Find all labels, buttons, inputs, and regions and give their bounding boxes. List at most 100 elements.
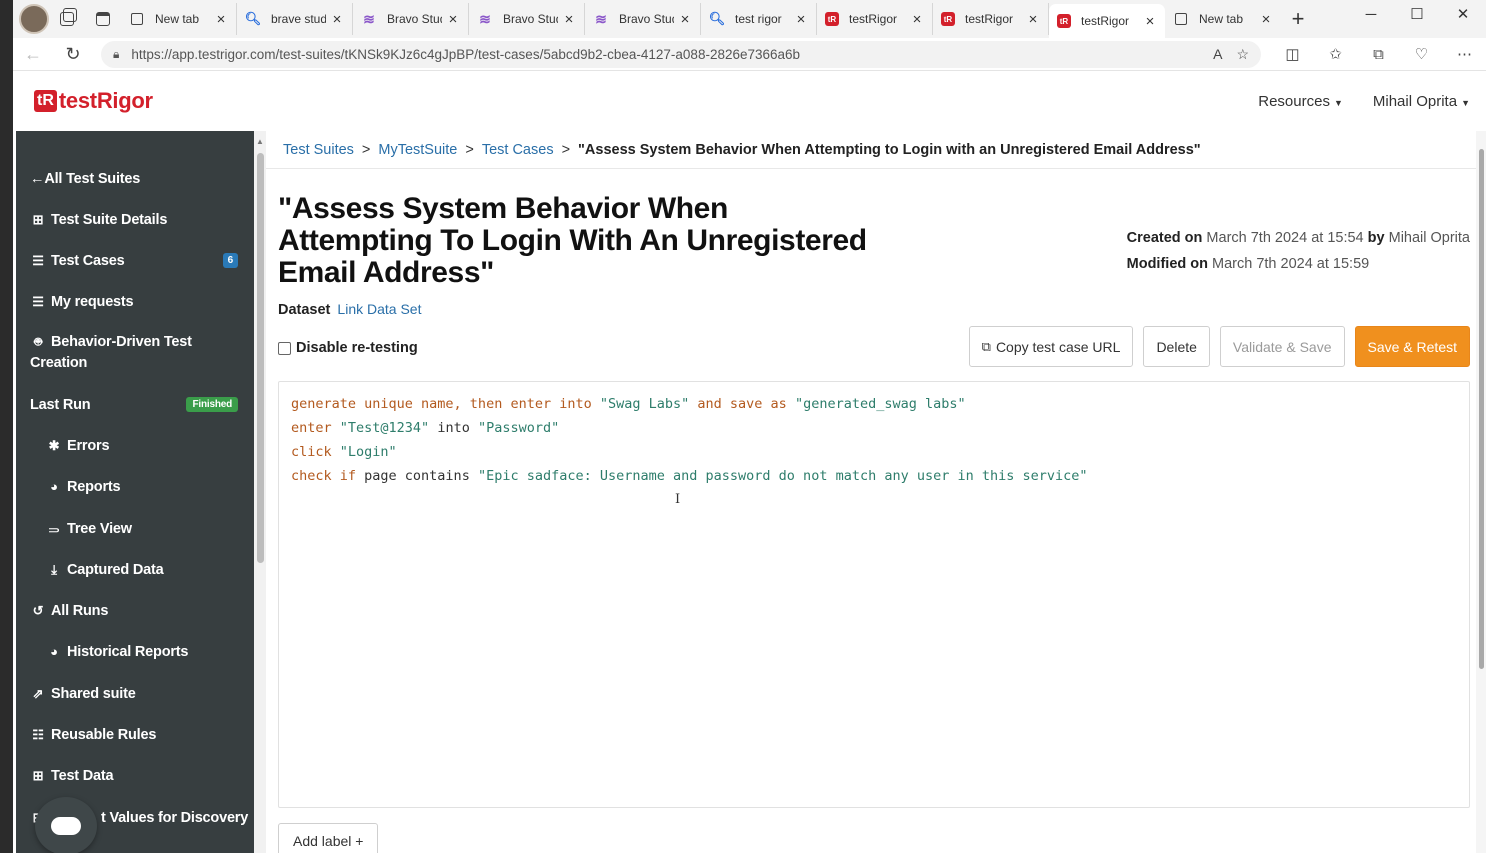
close-icon[interactable]: ×	[910, 11, 924, 28]
browser-tab[interactable]: tR testRigor ×	[817, 3, 933, 35]
close-icon[interactable]: ×	[214, 11, 228, 28]
sidebar-item-label: My requests	[51, 293, 134, 310]
list-ul-icon: ☷	[32, 726, 44, 742]
tab-actions-button[interactable]	[85, 0, 121, 38]
lock-icon[interactable]: 🔒︎	[113, 47, 119, 62]
delete-button[interactable]: Delete	[1143, 326, 1210, 367]
scroll-up-icon[interactable]: ▲	[256, 137, 264, 146]
add-label-button[interactable]: Add label +	[278, 823, 379, 853]
breadcrumb-separator: >	[361, 141, 371, 158]
browser-tab[interactable]: ≋ Bravo Stud ×	[469, 3, 585, 35]
sidebar-item-historical-reports[interactable]: ◕ Historical Reports	[16, 639, 254, 664]
disable-retesting-checkbox[interactable]	[278, 341, 291, 355]
sidebar-item-tree-view[interactable]: ⥰ Tree View	[16, 516, 254, 541]
copy-test-case-url-button[interactable]: ⧉ Copy test case URL	[968, 326, 1134, 367]
breadcrumb-test-cases[interactable]: Test Cases	[482, 142, 554, 158]
share-icon: ⇗	[32, 685, 44, 701]
close-icon[interactable]: ×	[794, 11, 808, 28]
scrollbar-thumb[interactable]	[257, 153, 264, 563]
sidebar-scrollbar[interactable]: ▲	[254, 131, 266, 853]
sidebar-item-behavior-driven[interactable]: 🤖︎ Behavior-Driven Test Creation	[16, 331, 254, 375]
collections-icon[interactable]: ⧉	[1357, 38, 1400, 70]
browser-tab[interactable]: 🔍︎ brave stud ×	[237, 3, 353, 35]
sidebar-item-last-run[interactable]: Last Run Finished	[16, 392, 254, 417]
scrollbar-thumb[interactable]	[1479, 149, 1484, 669]
sidebar-item-test-cases[interactable]: ☰ Test Cases 6	[16, 248, 254, 273]
close-window-button[interactable]: ✕	[1440, 0, 1486, 28]
profile-avatar[interactable]	[19, 4, 49, 34]
sidebar-item-errors[interactable]: ✱ Errors	[16, 433, 254, 458]
dataset-label: Dataset	[278, 302, 331, 318]
add-label-text: Add label +	[293, 832, 364, 849]
close-icon[interactable]: ×	[446, 11, 460, 28]
favorites-icon[interactable]: ✩	[1314, 38, 1357, 70]
split-screen-icon[interactable]: ◫	[1271, 38, 1314, 70]
sidebar-item-label: Historical Reports	[67, 643, 189, 660]
browser-tab[interactable]: ≋ Bravo Stud ×	[585, 3, 701, 35]
testrigor-logo[interactable]: tR testRigor	[34, 88, 153, 114]
text-cursor-icon: I	[675, 492, 681, 507]
tab-title: Bravo Stud	[503, 12, 558, 26]
close-icon[interactable]: ×	[330, 11, 344, 28]
close-icon[interactable]: ×	[1143, 13, 1157, 30]
sidebar-item-reusable-rules[interactable]: ☷ Reusable Rules	[16, 722, 254, 747]
minimize-button[interactable]: ─	[1348, 0, 1394, 28]
bravo-icon: ≋	[479, 10, 491, 27]
address-bar-row: ← ↻ 🔒︎ https://app.testrigor.com/test-su…	[13, 38, 1486, 71]
browser-tab[interactable]: New tab ×	[121, 3, 237, 35]
code-line: check if page contains "Epic sadface: Us…	[291, 468, 1088, 484]
page-icon	[129, 11, 145, 27]
user-menu[interactable]: Mihail Oprita ▼	[1373, 93, 1470, 110]
browser-tab[interactable]: 🔍︎ test rigor ×	[701, 3, 817, 35]
close-icon[interactable]: ×	[678, 11, 692, 28]
caret-down-icon: ▼	[1333, 97, 1343, 108]
window-controls: ─ ☐ ✕	[1348, 0, 1486, 30]
browser-essentials-icon[interactable]: ♡	[1400, 38, 1443, 70]
browser-tab[interactable]: tR testRigor ×	[933, 3, 1049, 35]
chat-widget-button[interactable]	[35, 797, 97, 853]
refresh-button[interactable]: ↻	[53, 38, 93, 70]
sidebar-item-all-runs[interactable]: ↺ All Runs	[16, 598, 254, 623]
page-scrollbar[interactable]	[1476, 131, 1486, 853]
sidebar-item-shared-suite[interactable]: ⇗ Shared suite	[16, 681, 254, 706]
url-text[interactable]: https://app.testrigor.com/test-suites/tK…	[131, 47, 1205, 62]
link-data-set-link[interactable]: Link Data Set	[337, 301, 421, 317]
more-menu-icon[interactable]: ⋯	[1443, 38, 1486, 70]
read-aloud-icon[interactable]: A	[1213, 46, 1222, 63]
sidebar-item-my-requests[interactable]: ☰ My requests	[16, 289, 254, 314]
browser-tab[interactable]: ≋ Bravo Stud ×	[353, 3, 469, 35]
disable-retesting-toggle[interactable]: Disable re-testing	[278, 340, 418, 356]
sidebar-item-test-data[interactable]: ⊞ Test Data	[16, 763, 254, 788]
close-icon[interactable]: ×	[1259, 11, 1273, 28]
sidebar-item-captured-data[interactable]: ⤓ Captured Data	[16, 557, 254, 582]
page-title: "Assess System Behavior When Attempting …	[278, 192, 867, 289]
search-icon: 🔍︎	[708, 11, 726, 26]
app-header: tR testRigor Resources ▼ Mihail Oprita ▼	[13, 71, 1486, 131]
favorite-star-icon[interactable]: ☆	[1236, 46, 1249, 63]
address-bar[interactable]: 🔒︎ https://app.testrigor.com/test-suites…	[101, 40, 1261, 68]
code-line: enter "Test@1234" into "Password"	[291, 420, 560, 436]
sidebar-item-label-wrap: 🤖︎ Behavior-Driven Test Creation	[30, 331, 192, 374]
sidebar-item-all-test-suites[interactable]: ← All Test Suites	[16, 166, 254, 191]
sidebar-item-label: Errors	[67, 437, 110, 454]
workspaces-button[interactable]	[49, 0, 85, 38]
close-icon[interactable]: ×	[1026, 11, 1040, 28]
breadcrumb-suite[interactable]: MyTestSuite	[378, 142, 457, 158]
sidebar-item-reports[interactable]: ◕ Reports	[16, 474, 254, 499]
breadcrumb-test-suites[interactable]: Test Suites	[283, 142, 354, 158]
action-buttons: ⧉ Copy test case URL Delete Validate & Sa…	[968, 326, 1470, 367]
sidebar-item-label: Behavior-Driven Test	[51, 334, 192, 350]
maximize-button[interactable]: ☐	[1394, 0, 1440, 28]
bravo-icon: ≋	[363, 10, 375, 27]
save-retest-button[interactable]: Save & Retest	[1354, 326, 1470, 367]
browser-tab[interactable]: New tab ×	[1165, 3, 1281, 35]
resources-menu[interactable]: Resources ▼	[1258, 93, 1343, 110]
close-icon[interactable]: ×	[562, 11, 576, 28]
validate-save-button[interactable]: Validate & Save	[1219, 326, 1345, 367]
created-line: Created on March 7th 2024 at 15:54 by Mi…	[1127, 225, 1470, 251]
back-button[interactable]: ←	[13, 38, 53, 70]
sidebar-item-test-suite-details[interactable]: ⊞ Test Suite Details	[16, 207, 254, 232]
test-steps-editor[interactable]: generate unique name, then enter into "S…	[278, 381, 1470, 808]
browser-tab-active[interactable]: tR testRigor ×	[1049, 4, 1165, 38]
new-tab-button[interactable]: +	[1281, 6, 1315, 32]
